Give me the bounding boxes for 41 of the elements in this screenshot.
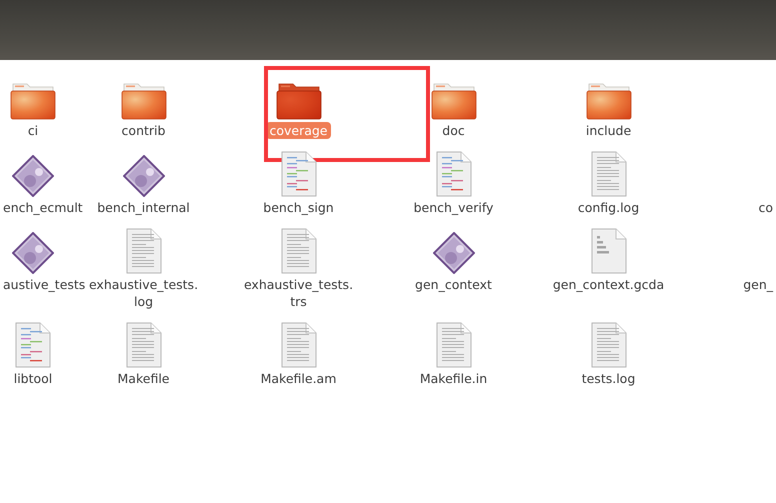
file-name[interactable]: bench_sign — [260, 199, 337, 216]
file-name[interactable]: contrib — [118, 122, 168, 139]
folder-icon — [276, 82, 322, 120]
file-name[interactable]: config.log — [574, 199, 642, 216]
file-name[interactable]: bench_verify — [410, 199, 496, 216]
folder-icon — [586, 82, 632, 120]
document-icon — [280, 322, 316, 368]
binary-file-icon — [590, 228, 626, 274]
folder-icon — [430, 82, 476, 120]
file-name[interactable]: exhaustive_tests. log — [86, 276, 202, 310]
file-name[interactable]: exhaustive_tests. trs — [240, 276, 356, 310]
document-icon — [126, 322, 162, 368]
file-name[interactable]: austive_tests — [0, 276, 88, 293]
document-icon — [15, 322, 51, 368]
file-name[interactable]: gen_context — [412, 276, 495, 293]
document-icon — [280, 228, 316, 274]
file-name[interactable]: ci — [24, 122, 42, 139]
folder-icon — [120, 82, 166, 120]
gear-diamond-icon — [432, 232, 474, 274]
file-name[interactable]: ench_ecmult — [0, 199, 86, 216]
file-name[interactable]: Makefile.in — [416, 370, 490, 387]
file-name[interactable]: co — [755, 199, 776, 216]
file-name[interactable]: tests.log — [578, 370, 638, 387]
gear-diamond-icon — [122, 155, 164, 197]
document-icon — [280, 151, 316, 197]
file-name[interactable]: libtool — [10, 370, 56, 387]
file-name[interactable]: gen_context.gcda — [550, 276, 668, 293]
document-icon — [436, 151, 472, 197]
file-name[interactable]: doc — [439, 122, 468, 139]
file-name[interactable]: bench_internal — [94, 199, 193, 216]
document-icon — [590, 151, 626, 197]
document-icon — [436, 322, 472, 368]
file-name[interactable]: Makefile — [114, 370, 172, 387]
document-icon — [590, 322, 626, 368]
document-icon — [126, 228, 162, 274]
gear-diamond-icon — [12, 155, 54, 197]
folder-icon — [10, 82, 56, 120]
file-name[interactable]: gen_ — [740, 276, 776, 293]
gear-diamond-icon — [12, 232, 54, 274]
file-name[interactable]: Makefile.am — [258, 370, 340, 387]
file-name[interactable]: include — [582, 122, 634, 139]
